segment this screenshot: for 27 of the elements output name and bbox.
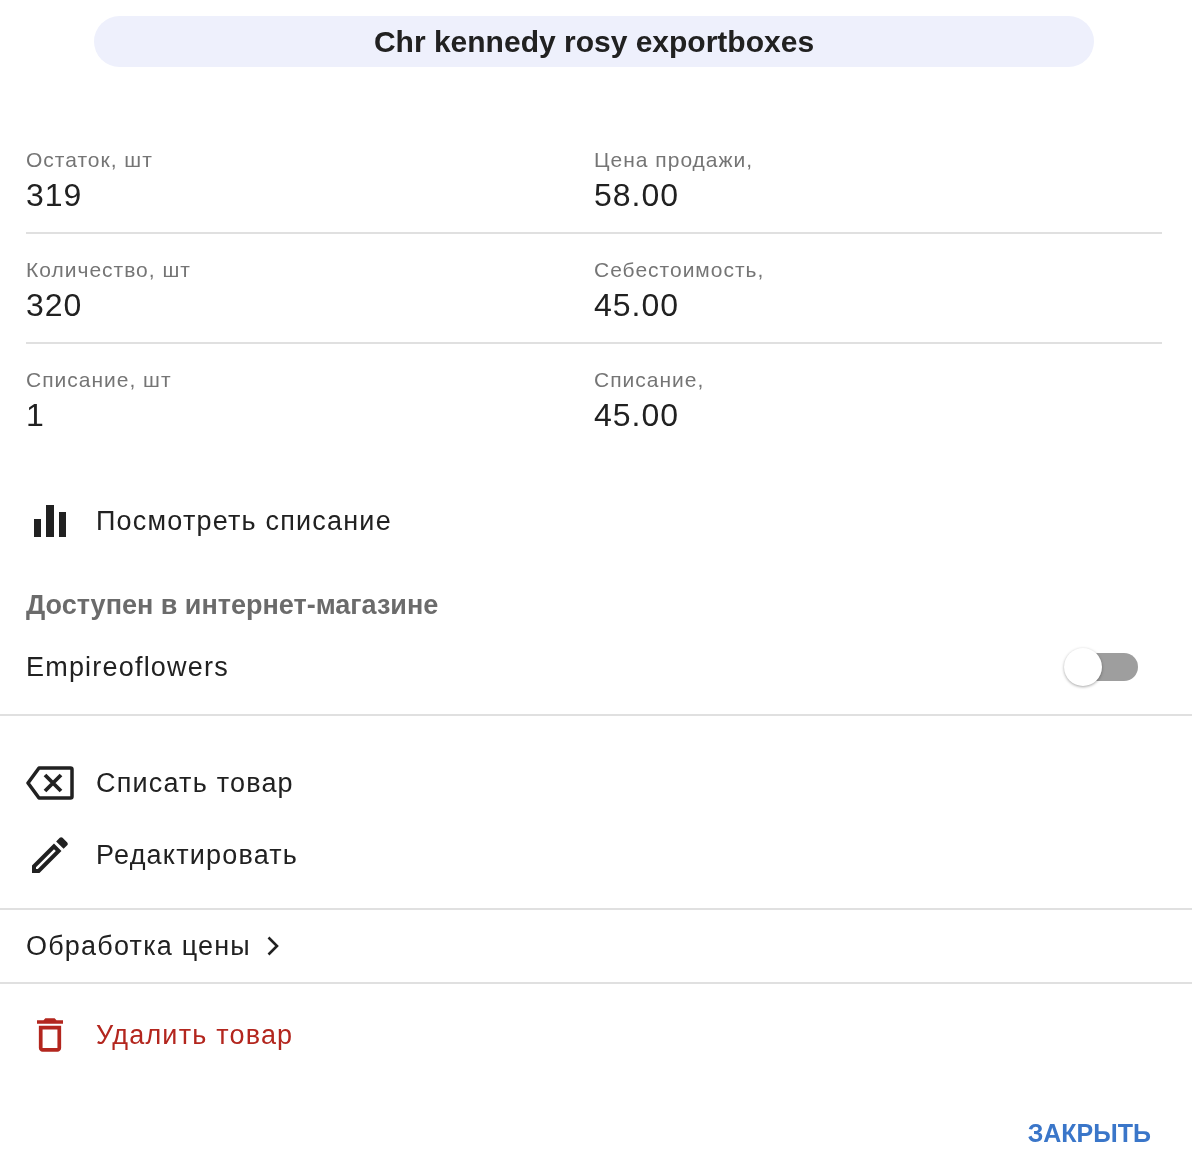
price-processing-button[interactable]: Обработка цены (26, 918, 287, 974)
product-title: Chr kennedy rosy exportboxes (94, 16, 1094, 67)
stat-value: 320 (26, 287, 83, 323)
stat-label: Списание, (594, 368, 705, 392)
write-off-button[interactable]: Списать товар (26, 755, 302, 811)
chevron-right-icon (267, 936, 279, 956)
section-heading: Доступен в интернет-магазине (26, 590, 439, 620)
stat-label: Цена продажи, (594, 148, 754, 172)
stat-label: Себестоимость, (594, 258, 765, 282)
trash-icon (37, 1018, 63, 1052)
stat-label: Остаток, шт (26, 148, 153, 172)
toggle-switch[interactable] (1063, 647, 1138, 687)
view-write-offs-button[interactable]: Посмотреть списание (26, 493, 400, 549)
bar-chart-icon (34, 505, 66, 537)
stat-label: Количество, шт (26, 258, 191, 282)
stat-label: Списание, шт (26, 368, 172, 392)
stat-value: 1 (26, 397, 45, 433)
backspace-icon (26, 766, 74, 800)
edit-button[interactable]: Редактировать (26, 827, 307, 883)
store-name: Empireoflowers (26, 651, 229, 683)
delete-button[interactable]: Удалить товар (26, 1007, 302, 1063)
close-button[interactable]: ЗАКРЫТЬ (1019, 1109, 1159, 1157)
stat-value: 319 (26, 177, 83, 213)
pencil-icon (32, 837, 68, 873)
stat-value: 45.00 (594, 397, 680, 433)
stat-value: 45.00 (594, 287, 680, 323)
stat-value: 58.00 (594, 177, 680, 213)
